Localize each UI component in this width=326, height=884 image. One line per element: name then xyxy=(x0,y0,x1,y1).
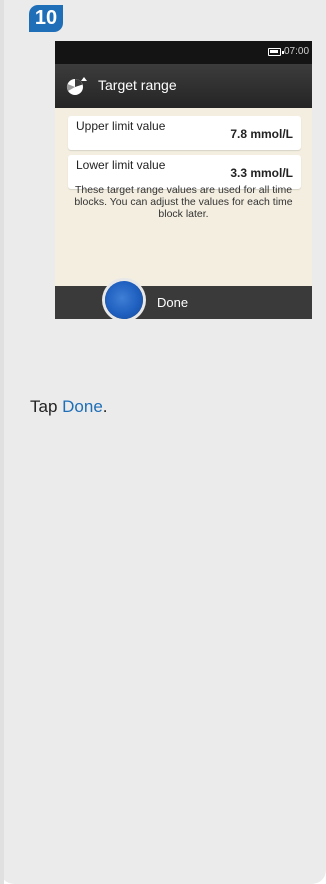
lower-limit-label: Lower limit value xyxy=(76,158,166,172)
info-message: These target range values are used for a… xyxy=(74,184,293,220)
instruction-text: Tap Done. xyxy=(30,397,108,417)
upper-limit-row[interactable]: Upper limit value 7.8 mmol/L xyxy=(68,116,301,150)
battery-icon xyxy=(268,48,284,56)
meter-screen: 07:00 Target range Upper limit value 7.8… xyxy=(55,41,312,319)
lower-limit-value: 3.3 mmol/L xyxy=(230,166,293,180)
upper-limit-value: 7.8 mmol/L xyxy=(230,127,293,141)
upper-limit-label: Upper limit value xyxy=(76,119,166,133)
step-number-badge: 10 xyxy=(29,5,63,32)
done-button[interactable]: Done xyxy=(157,295,188,310)
instruction-prefix: Tap xyxy=(30,397,63,416)
instruction-suffix: . xyxy=(102,397,108,416)
screen-bottom-bar: Done xyxy=(55,281,312,319)
card-divider xyxy=(0,0,4,884)
instruction-done-link[interactable]: Done xyxy=(62,397,103,416)
status-clock: 07:00 xyxy=(284,46,310,57)
status-bar: 07:00 xyxy=(55,41,312,64)
tap-indicator-icon xyxy=(105,281,143,319)
step-card: 10 07:00 Target range Upper limit value … xyxy=(0,0,326,884)
screen-title: Target range xyxy=(98,77,177,93)
screen-title-bar: Target range xyxy=(55,64,312,108)
target-range-icon xyxy=(66,77,87,95)
